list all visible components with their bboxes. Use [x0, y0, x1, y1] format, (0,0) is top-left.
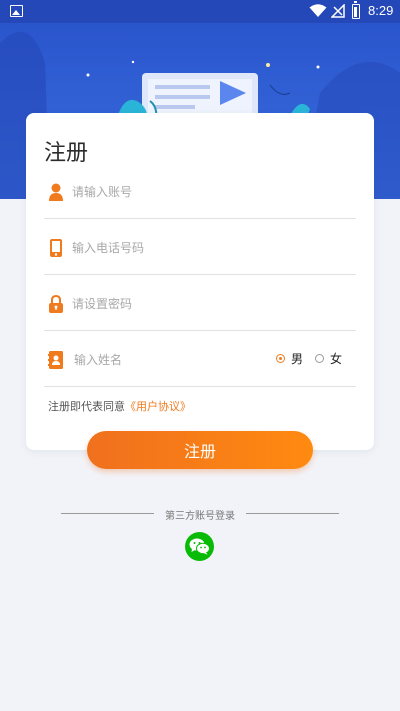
account-input[interactable]	[72, 181, 272, 203]
wifi-icon	[309, 4, 327, 17]
gender-male-option[interactable]: 男	[276, 350, 303, 367]
password-row	[44, 275, 356, 331]
signal-off-icon	[331, 4, 345, 18]
register-button[interactable]: 注册	[87, 431, 313, 469]
image-notification-icon	[10, 5, 23, 17]
divider-line-right	[246, 513, 339, 514]
phone-icon	[50, 239, 62, 257]
status-bar: 8:29	[0, 0, 400, 23]
battery-icon	[352, 1, 360, 19]
female-radio[interactable]	[315, 354, 324, 363]
wechat-icon	[189, 538, 210, 555]
male-radio[interactable]	[276, 354, 285, 363]
agreement-prefix: 注册即代表同意	[48, 400, 125, 413]
name-input[interactable]	[74, 349, 224, 371]
phone-row	[44, 219, 356, 275]
password-input[interactable]	[72, 293, 272, 315]
third-party-label: 第三方账号登录	[165, 511, 235, 522]
register-card: 注册 请输入账号 输入电话号码 输入姓名 男 女 注册即代表同意《用户协议》	[26, 113, 374, 450]
gender-male-label: 男	[291, 352, 304, 366]
user-agreement-link[interactable]: 《用户协议》	[125, 400, 191, 413]
gender-female-label: 女	[330, 352, 343, 366]
contact-card-icon	[48, 351, 63, 369]
phone-input[interactable]	[72, 237, 272, 259]
user-icon	[49, 183, 63, 201]
name-row: 男 女	[44, 331, 356, 387]
status-time: 8:29	[368, 3, 394, 18]
agreement-text: 注册即代表同意《用户协议》	[48, 398, 191, 414]
account-row	[44, 163, 356, 219]
gender-female-option[interactable]: 女	[315, 350, 342, 367]
third-party-login-divider: 第三方账号登录	[0, 507, 400, 522]
lock-icon	[49, 295, 63, 313]
wechat-login-button[interactable]	[185, 532, 214, 561]
